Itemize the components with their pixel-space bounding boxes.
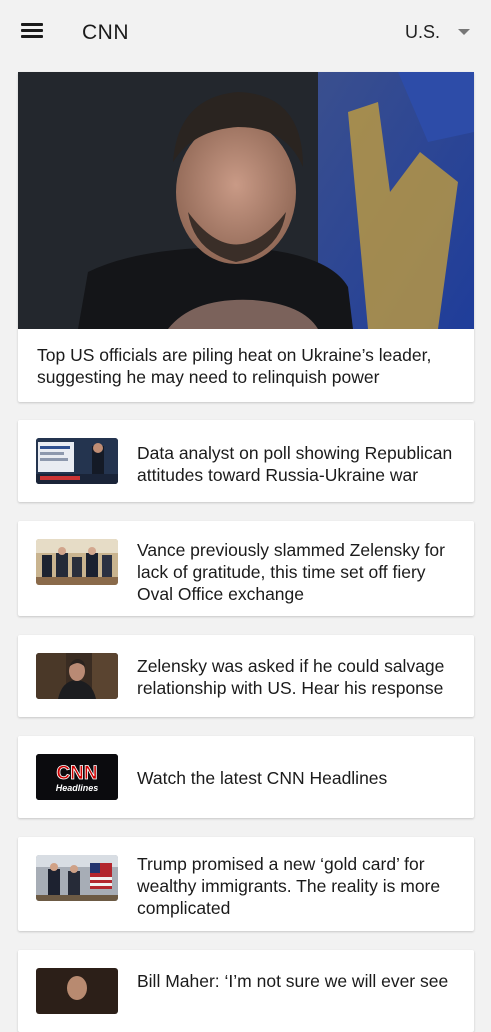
story-thumbnail	[36, 855, 118, 901]
story-card[interactable]: Zelensky was asked if he could salvage r…	[18, 635, 474, 717]
story-thumbnail	[36, 968, 118, 1014]
story-card[interactable]: Vance previously slammed Zelensky for la…	[18, 521, 474, 616]
hero-photo	[18, 72, 474, 329]
app-title: CNN	[82, 21, 129, 44]
story-card[interactable]: CNN Headlines Watch the latest CNN Headl…	[18, 736, 474, 818]
cnn-headlines-thumbnail: CNN Headlines	[36, 754, 118, 800]
story-card[interactable]: Trump promised a new ‘gold card’ for wea…	[18, 837, 474, 931]
story-thumbnail	[36, 653, 118, 699]
story-thumbnail	[36, 539, 118, 585]
story-thumbnail	[36, 438, 118, 484]
story-headline[interactable]: Trump promised a new ‘gold card’ for wea…	[137, 853, 462, 919]
story-card[interactable]: Bill Maher: ‘I’m not sure we will ever s…	[18, 950, 474, 1032]
svg-text:CNN: CNN	[56, 763, 97, 784]
story-headline[interactable]: Data analyst on poll showing Republican …	[137, 442, 462, 486]
hero-image	[18, 72, 474, 329]
story-headline[interactable]: Vance previously slammed Zelensky for la…	[137, 539, 462, 605]
story-headline[interactable]: Zelensky was asked if he could salvage r…	[137, 655, 462, 699]
story-headline[interactable]: Bill Maher: ‘I’m not sure we will ever s…	[137, 970, 462, 992]
cnn-logo-icon: CNN Headlines	[36, 754, 118, 800]
story-headline[interactable]: Watch the latest CNN Headlines	[137, 767, 462, 789]
svg-text:Headlines: Headlines	[56, 783, 99, 793]
caret-down-icon[interactable]	[458, 29, 470, 35]
hero-headline[interactable]: Top US officials are piling heat on Ukra…	[37, 344, 457, 388]
story-card[interactable]: Data analyst on poll showing Republican …	[18, 420, 474, 502]
hero-story-card[interactable]: Top US officials are piling heat on Ukra…	[18, 72, 474, 402]
app-header: CNN U.S.	[0, 0, 491, 66]
edition-selector[interactable]: U.S.	[405, 22, 440, 43]
hamburger-menu-icon[interactable]	[21, 23, 43, 41]
